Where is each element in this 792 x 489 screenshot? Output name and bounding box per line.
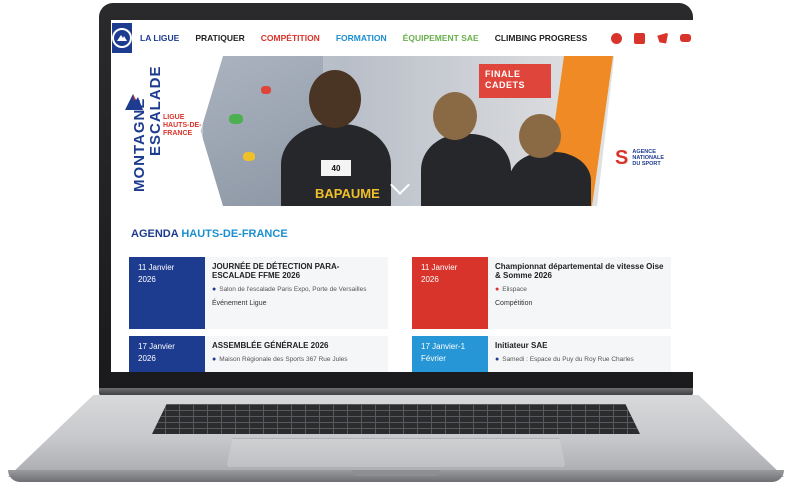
nav-link-formation[interactable]: FORMATION: [336, 33, 387, 43]
event-body: ASSEMBLÉE GÉNÉRALE 2026 ● Maison Régiona…: [205, 336, 388, 372]
agenda-title-part1: AGENDA: [131, 228, 179, 240]
climber-center-head: [309, 70, 361, 128]
instagram-icon[interactable]: [634, 32, 646, 44]
event-location: ● Maison Régionale des Sports 367 Rue Ju…: [212, 355, 381, 364]
climber-right-1: [421, 134, 511, 206]
event-date: 11 Janvier 2026: [412, 257, 488, 329]
ligue-hauts-de-france: LIGUE HAUTS-DE- FRANCE: [163, 114, 202, 138]
event-location-text: Salon de l'escalade Paris Expo, Porte de…: [219, 286, 367, 293]
hero-banner: FINALE CADETS 40 BAPAUME S AGENCE NATION…: [111, 56, 693, 206]
nav-link-equipement-sae[interactable]: ÉQUIPEMENT SAE: [403, 33, 479, 43]
brand-escalade: ESCALADE: [147, 65, 164, 156]
climbing-hold: [243, 152, 255, 161]
event-title[interactable]: Initiateur SAE: [495, 341, 664, 350]
nav-link-la-ligue[interactable]: LA LIGUE: [140, 33, 179, 43]
ffme-logo-icon: [112, 28, 132, 48]
home-logo[interactable]: [112, 23, 132, 53]
event-date-line1: 11 Janvier: [421, 263, 458, 272]
laptop-screen: LA LIGUE PRATIQUER COMPÉTITION FORMATION…: [111, 20, 693, 372]
shirt-text: BAPAUME: [315, 186, 380, 201]
event-location: ● Elispace: [495, 285, 664, 294]
event-card[interactable]: 11 Janvier 2026 Championnat départementa…: [412, 257, 671, 329]
event-category: Compétition: [495, 300, 533, 307]
event-date-line2: 2026: [138, 354, 156, 363]
finale-banner-line1: FINALE: [485, 69, 521, 79]
event-date: 11 Janvier 2026: [129, 257, 205, 329]
ligue-line1: LIGUE: [163, 114, 185, 121]
event-category: Événement Ligue: [212, 300, 267, 307]
laptop-trackpad: [226, 438, 566, 468]
event-date-line2: Février: [421, 354, 446, 363]
agenda-title-region: HAUTS-DE-FRANCE: [181, 228, 288, 240]
climber-right-2: [509, 152, 591, 206]
event-location: ● Salon de l'escalade Paris Expo, Porte …: [212, 285, 381, 294]
nav-link-competition[interactable]: COMPÉTITION: [261, 33, 320, 43]
event-location: ● Samedi : Espace du Puy du Roy Rue Char…: [495, 355, 664, 364]
event-title[interactable]: Championnat départemental de vitesse Ois…: [495, 262, 664, 280]
location-pin-icon: ●: [212, 286, 217, 293]
climber-right-2-head: [519, 114, 561, 158]
event-card[interactable]: 17 Janvier-1 Février Initiateur SAE ● Sa…: [412, 336, 671, 372]
event-location-text: Elispace: [502, 286, 527, 293]
event-date-line2: 2026: [138, 275, 156, 284]
agence-nationale-sport-logo: S AGENCE NATIONALE DU SPORT: [615, 148, 664, 168]
partner-panel: [597, 56, 693, 206]
location-pin-icon: ●: [495, 286, 500, 293]
event-location-text: Maison Régionale des Sports 367 Rue Jule…: [219, 356, 348, 363]
event-date-line1: 17 Janvier-1: [421, 342, 466, 351]
location-pin-icon: ●: [495, 356, 500, 363]
laptop-keyboard: [152, 404, 640, 434]
ans-s-icon: S: [615, 147, 629, 169]
climbing-hold: [229, 114, 243, 124]
event-body: JOURNÉE DE DÉTECTION PARA-ESCALADE FFME …: [205, 257, 388, 329]
nav-link-climbing-progress[interactable]: CLIMBING PROGRESS: [495, 33, 588, 43]
event-date-line1: 11 Janvier: [138, 263, 175, 272]
scroll-down-chevron-icon[interactable]: [390, 175, 410, 195]
social-links: [611, 32, 693, 44]
facebook-icon[interactable]: [611, 32, 623, 44]
event-title[interactable]: ASSEMBLÉE GÉNÉRALE 2026: [212, 341, 381, 350]
youtube-icon[interactable]: [680, 33, 692, 42]
event-body: Championnat départemental de vitesse Ois…: [488, 257, 671, 329]
ligue-line2: HAUTS-DE-: [163, 122, 202, 129]
event-card[interactable]: 11 Janvier 2026 JOURNÉE DE DÉTECTION PAR…: [129, 257, 388, 329]
location-pin-icon: ●: [212, 356, 217, 363]
event-body: Initiateur SAE ● Samedi : Espace du Puy …: [488, 336, 671, 372]
bib-number: 40: [321, 160, 351, 176]
finale-banner-line2: CADETS: [485, 80, 526, 90]
finale-banner: FINALE CADETS: [479, 64, 551, 98]
event-location-text: Samedi : Espace du Puy du Roy Rue Charle…: [502, 356, 634, 363]
event-date: 17 Janvier-1 Février: [412, 336, 488, 372]
event-date-line2: 2026: [421, 275, 439, 284]
ligue-line3: FRANCE: [163, 130, 193, 137]
top-nav: LA LIGUE PRATIQUER COMPÉTITION FORMATION…: [111, 20, 693, 56]
climber-right-1-head: [433, 92, 477, 140]
ans-line3: DU SPORT: [632, 161, 661, 167]
climbing-hold: [261, 86, 271, 94]
event-date: 17 Janvier 2026: [129, 336, 205, 372]
event-card[interactable]: 17 Janvier 2026 ASSEMBLÉE GÉNÉRALE 2026 …: [129, 336, 388, 372]
laptop-hinge: [99, 388, 693, 396]
nav-link-pratiquer[interactable]: PRATIQUER: [195, 33, 244, 43]
twitter-icon[interactable]: [657, 32, 669, 44]
brand-montagne: MONTAGNE: [131, 97, 148, 192]
laptop-notch: [352, 470, 440, 476]
nav-links: LA LIGUE PRATIQUER COMPÉTITION FORMATION…: [140, 33, 587, 43]
agenda-title: AGENDA HAUTS-DE-FRANCE: [131, 228, 288, 240]
event-title[interactable]: JOURNÉE DE DÉTECTION PARA-ESCALADE FFME …: [212, 262, 381, 280]
event-date-line1: 17 Janvier: [138, 342, 175, 351]
